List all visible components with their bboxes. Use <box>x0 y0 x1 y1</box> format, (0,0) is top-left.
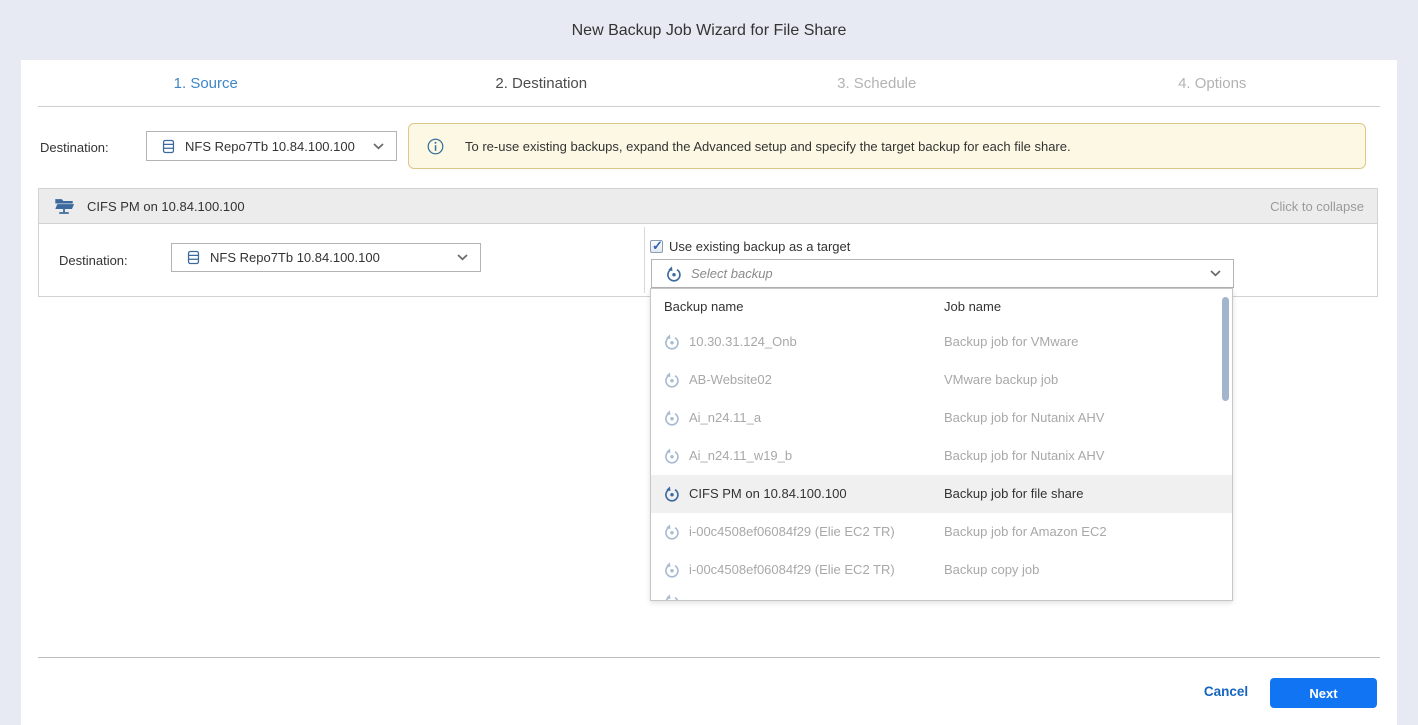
info-message: To re-use existing backups, expand the A… <box>465 139 1071 154</box>
backup-name: CIFS PM on 10.84.100.100 <box>689 486 847 501</box>
file-share-title: CIFS PM on 10.84.100.100 <box>87 199 245 214</box>
destination-label: Destination: <box>40 140 109 155</box>
step-options-label: 4. Options <box>1178 75 1246 92</box>
dropdown-header: Backup name Job name <box>651 289 1232 323</box>
use-existing-backup-label: Use existing backup as a target <box>669 239 850 254</box>
backup-name: Ai_n24.11_w19_b <box>689 448 792 463</box>
info-icon <box>426 137 445 156</box>
wizard-panel: 1. Source 2. Destination 3. Schedule 4. … <box>21 60 1397 725</box>
repository-icon <box>160 138 177 155</box>
backup-icon <box>663 485 681 503</box>
chevron-down-icon <box>457 254 468 261</box>
backup-dropdown-panel: Backup name Job name 10.30.31.124_Onb Ba… <box>650 288 1233 601</box>
backup-row[interactable]: Ai_n24.11_w19_b Backup job for Nutanix A… <box>651 437 1232 475</box>
backup-name: AB-Website02 <box>689 372 772 387</box>
share-destination-label: Destination: <box>59 253 128 268</box>
backup-row[interactable]: CIFS PM on 10.84.100.100 Backup job for … <box>651 475 1232 513</box>
backup-row[interactable]: i-00c4508ef06084f29 (Elie EC2 TR) Backup… <box>651 551 1232 589</box>
use-existing-backup-checkbox[interactable] <box>650 240 663 253</box>
backup-icon <box>663 333 681 351</box>
backup-icon <box>663 409 681 427</box>
share-destination-select-value: NFS Repo7Tb 10.84.100.100 <box>210 250 380 265</box>
column-job-name: Job name <box>944 299 1001 314</box>
job-name: Backup job for Nutanix AHV <box>944 448 1104 463</box>
backup-dropdown-list: 10.30.31.124_Onb Backup job for VMware A… <box>651 323 1232 589</box>
job-name: Backup job for Nutanix AHV <box>944 410 1104 425</box>
backup-select-combo[interactable]: Select backup <box>651 259 1234 288</box>
step-options[interactable]: 4. Options <box>1045 60 1381 106</box>
job-name: Backup job for Amazon EC2 <box>944 524 1107 539</box>
page-title: New Backup Job Wizard for File Share <box>0 22 1418 40</box>
cancel-button[interactable]: Cancel <box>1191 684 1261 699</box>
share-destination-select[interactable]: NFS Repo7Tb 10.84.100.100 <box>171 243 481 272</box>
use-existing-backup-row: Use existing backup as a target <box>650 239 850 254</box>
backup-row[interactable]: Ai_n24.11_a Backup job for Nutanix AHV <box>651 399 1232 437</box>
wizard-steps: 1. Source 2. Destination 3. Schedule 4. … <box>38 60 1380 107</box>
chevron-down-icon <box>373 143 384 150</box>
backup-row[interactable]: AB-Website02 VMware backup job <box>651 361 1232 399</box>
job-name: Backup copy job <box>944 562 1039 577</box>
backup-icon <box>663 371 681 389</box>
backup-name: i-00c4508ef06084f29 (Elie EC2 TR) <box>689 524 895 539</box>
backup-icon <box>663 447 681 465</box>
section-divider <box>644 227 645 293</box>
repository-icon <box>185 249 202 266</box>
step-schedule-label: 3. Schedule <box>837 75 916 92</box>
collapse-hint: Click to collapse <box>1270 199 1364 214</box>
job-name: Backup job for VMware <box>944 334 1078 349</box>
backup-name: Ai_n24.11_a <box>689 410 761 425</box>
backup-select-placeholder: Select backup <box>691 266 773 281</box>
step-schedule[interactable]: 3. Schedule <box>709 60 1045 106</box>
backup-row[interactable]: i-00c4508ef06084f29 (Elie EC2 TR) Backup… <box>651 513 1232 551</box>
job-name: VMware backup job <box>944 372 1058 387</box>
backup-row-partial[interactable] <box>663 593 681 601</box>
backup-row[interactable]: 10.30.31.124_Onb Backup job for VMware <box>651 323 1232 361</box>
file-share-icon <box>53 195 75 217</box>
chevron-down-icon <box>1210 270 1221 277</box>
column-backup-name: Backup name <box>664 299 744 314</box>
backup-icon <box>663 561 681 579</box>
file-share-settings: Destination: NFS Repo7Tb 10.84.100.100 U… <box>38 224 1378 297</box>
destination-select[interactable]: NFS Repo7Tb 10.84.100.100 <box>146 131 397 161</box>
job-name: Backup job for file share <box>944 486 1083 501</box>
step-source[interactable]: 1. Source <box>38 60 374 106</box>
backup-icon <box>663 523 681 541</box>
destination-select-value: NFS Repo7Tb 10.84.100.100 <box>185 139 355 154</box>
backup-name: 10.30.31.124_Onb <box>689 334 797 349</box>
info-banner: To re-use existing backups, expand the A… <box>408 123 1366 169</box>
dropdown-scrollbar-thumb[interactable] <box>1222 297 1229 401</box>
backup-icon <box>665 265 683 283</box>
step-source-label: 1. Source <box>174 75 238 92</box>
backup-name: i-00c4508ef06084f29 (Elie EC2 TR) <box>689 562 895 577</box>
step-destination[interactable]: 2. Destination <box>374 60 710 106</box>
next-button[interactable]: Next <box>1270 678 1377 708</box>
step-destination-label: 2. Destination <box>495 75 587 92</box>
footer-divider <box>38 657 1380 658</box>
file-share-header[interactable]: CIFS PM on 10.84.100.100 Click to collap… <box>38 188 1378 224</box>
